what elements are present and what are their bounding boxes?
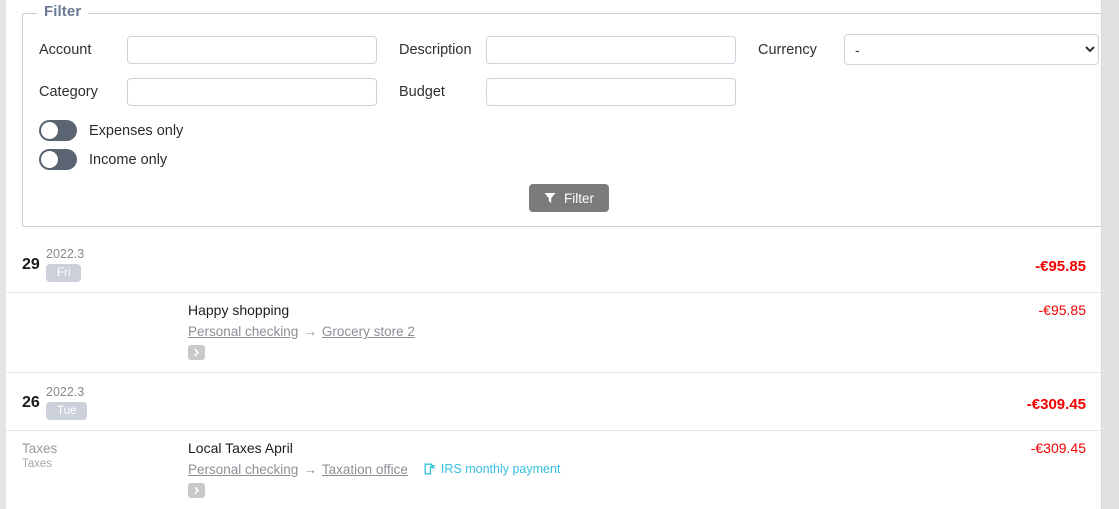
group-total-amount: -€95.85 — [1035, 258, 1086, 275]
toggle-knob — [40, 150, 59, 169]
group-year-month: 2022.3 — [46, 247, 85, 261]
transaction-row[interactable]: Happy shopping Personal checking → Groce… — [6, 293, 1102, 373]
expenses-only-label: Expenses only — [89, 122, 184, 139]
description-input[interactable] — [486, 35, 736, 64]
toggle-knob — [40, 121, 59, 140]
expenses-only-toggle[interactable] — [39, 120, 77, 141]
filter-row-1: Account Description Currency - — [39, 34, 1099, 65]
chevron-right-icon — [194, 486, 200, 495]
transaction-from-account-link[interactable]: Personal checking — [188, 322, 298, 341]
transaction-list: 29 2022.3 Fri -€95.85 Happy shopping Per… — [6, 241, 1102, 509]
page-content: Filter Account Description Currency - Ca… — [6, 0, 1102, 509]
income-only-label: Income only — [89, 151, 168, 168]
transaction-group-header: 26 2022.3 Tue -€309.45 — [6, 373, 1102, 431]
expenses-only-toggle-row: Expenses only — [39, 120, 1099, 141]
transaction-expand-button[interactable] — [188, 345, 205, 360]
transaction-category — [22, 301, 188, 302]
transaction-from-account-link[interactable]: Personal checking — [188, 460, 298, 479]
filter-submit-label: Filter — [564, 190, 594, 206]
transaction-note: IRS monthly payment — [424, 460, 561, 479]
group-total-amount: -€309.45 — [1026, 396, 1086, 413]
income-only-toggle-row: Income only — [39, 149, 1099, 170]
filter-submit-button[interactable]: Filter — [529, 184, 609, 212]
currency-select[interactable]: - — [844, 34, 1099, 65]
description-label: Description — [399, 41, 472, 58]
transaction-category-sub: Taxes — [22, 458, 53, 470]
filter-panel-legend: Filter — [37, 3, 89, 20]
transaction-details: Happy shopping Personal checking → Groce… — [188, 301, 1029, 362]
group-weekday-badge: Tue — [46, 402, 88, 420]
group-year-month: 2022.3 — [46, 385, 85, 399]
transaction-group: 26 2022.3 Tue -€309.45 Taxes Taxes Local… — [6, 373, 1102, 509]
transaction-note-label: IRS monthly payment — [440, 462, 561, 476]
category-label: Category — [39, 84, 98, 100]
transaction-expand-button[interactable] — [188, 483, 205, 498]
group-date-block: 2022.3 Fri — [46, 247, 84, 282]
group-date-block: 2022.3 Tue — [46, 385, 88, 420]
note-edit-icon — [424, 463, 436, 475]
group-weekday-badge: Fri — [46, 264, 82, 282]
transaction-group-header: 29 2022.3 Fri -€95.85 — [6, 241, 1102, 293]
transfer-arrow-icon: → — [303, 462, 317, 477]
transaction-row[interactable]: Taxes Taxes Local Taxes April Personal c… — [6, 431, 1102, 509]
funnel-icon — [544, 192, 556, 204]
transaction-details: Local Taxes April Personal checking → Ta… — [188, 439, 1021, 500]
transaction-group: 29 2022.3 Fri -€95.85 Happy shopping Per… — [6, 241, 1102, 373]
budget-input[interactable] — [486, 78, 736, 106]
transaction-category: Taxes Taxes — [22, 439, 188, 472]
transaction-amount: -€95.85 — [1038, 302, 1086, 318]
account-label: Account — [39, 41, 92, 58]
chevron-right-icon — [194, 348, 200, 357]
filter-fields: Account Description Currency - Category … — [23, 14, 1102, 212]
account-input[interactable] — [127, 35, 377, 64]
transaction-accounts: Personal checking → Grocery store 2 — [188, 322, 1029, 341]
group-day: 29 — [22, 256, 40, 273]
filter-panel: Filter Account Description Currency - Ca… — [22, 3, 1102, 227]
filter-submit-row: Filter — [39, 184, 1099, 212]
transaction-to-account-link[interactable]: Grocery store 2 — [322, 322, 415, 341]
currency-label: Currency — [758, 41, 817, 58]
vertical-scrollbar[interactable] — [1101, 0, 1119, 509]
transaction-accounts: Personal checking → Taxation office IRS … — [188, 460, 1021, 479]
transaction-to-account-link[interactable]: Taxation office — [322, 460, 408, 479]
transaction-amount: -€309.45 — [1030, 440, 1086, 456]
transaction-description: Happy shopping — [188, 302, 290, 318]
category-input[interactable] — [127, 78, 377, 106]
income-only-toggle[interactable] — [39, 149, 77, 170]
transaction-description: Local Taxes April — [188, 440, 293, 456]
budget-label: Budget — [399, 84, 445, 100]
filter-row-2: Category Budget — [39, 78, 1099, 106]
transfer-arrow-icon: → — [303, 324, 317, 339]
transaction-category-main: Taxes — [22, 441, 58, 456]
group-day: 26 — [22, 394, 40, 411]
